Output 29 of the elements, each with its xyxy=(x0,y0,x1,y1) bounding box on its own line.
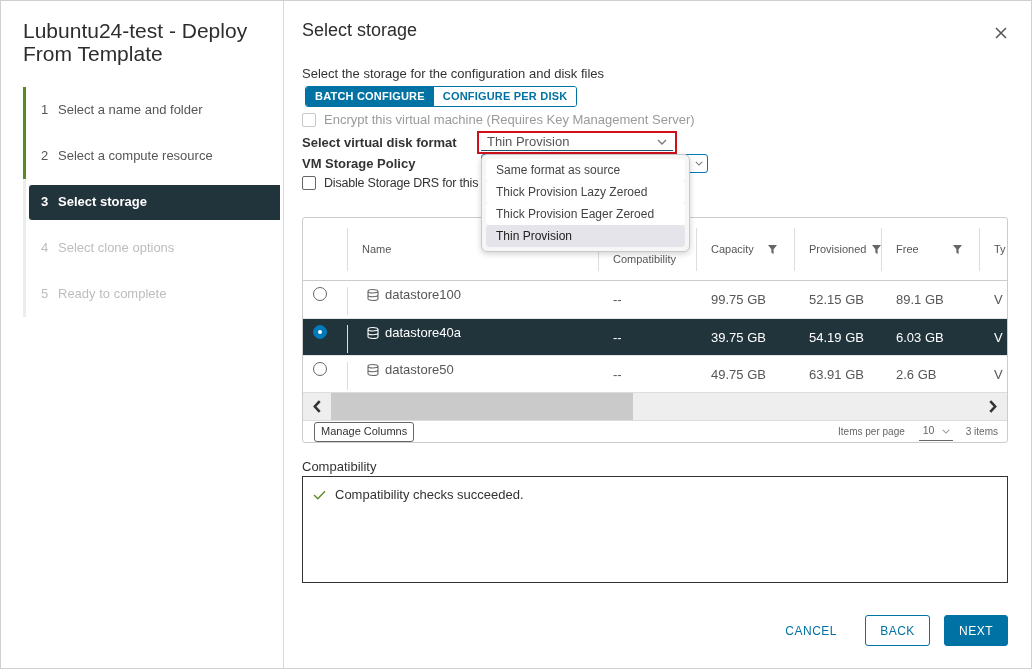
field-label: Select virtual disk format xyxy=(302,133,458,152)
table-cell: V xyxy=(994,330,1003,345)
table-cell: 6.03 GB xyxy=(896,330,944,345)
table-cell: 52.15 GB xyxy=(809,292,864,307)
item-count: 3 items xyxy=(965,425,998,439)
table-cell: -- xyxy=(613,367,622,382)
table-cell: 99.75 GB xyxy=(711,292,766,307)
instruction-text: Select the storage for the configuration and disk files xyxy=(302,66,606,82)
table-cell: 49.75 GB xyxy=(711,367,766,382)
table-cell: V xyxy=(994,292,1003,307)
page-title: Select storage xyxy=(302,19,418,42)
table-cell: 54.19 GB xyxy=(809,330,864,345)
table-cell: 39.75 GB xyxy=(711,330,766,345)
table-cell: -- xyxy=(613,330,622,345)
table-cell: 63.91 GB xyxy=(809,367,864,382)
status-message: Compatibility checks succeeded. xyxy=(335,487,524,503)
wizard-title: Lubuntu24-test - Deploy From Template xyxy=(23,19,249,65)
field-label: VM Storage Policy xyxy=(302,154,417,173)
table-cell: 2.6 GB xyxy=(896,367,937,382)
table-cell: -- xyxy=(613,292,622,307)
table-cell: datastore100 xyxy=(385,287,461,303)
checkbox-label: Encrypt this virtual machine (Requires Key Management Server) xyxy=(324,112,695,128)
table-cell: datastore40a xyxy=(385,325,461,341)
table-cell: V xyxy=(994,367,1003,382)
pagination-label: Items per page xyxy=(838,425,905,439)
checkbox-label: Disable Storage DRS for this xyxy=(324,175,479,191)
table-cell: datastore50 xyxy=(385,362,454,378)
section-label: Compatibility xyxy=(302,459,378,475)
table-cell: 89.1 GB xyxy=(896,292,944,307)
